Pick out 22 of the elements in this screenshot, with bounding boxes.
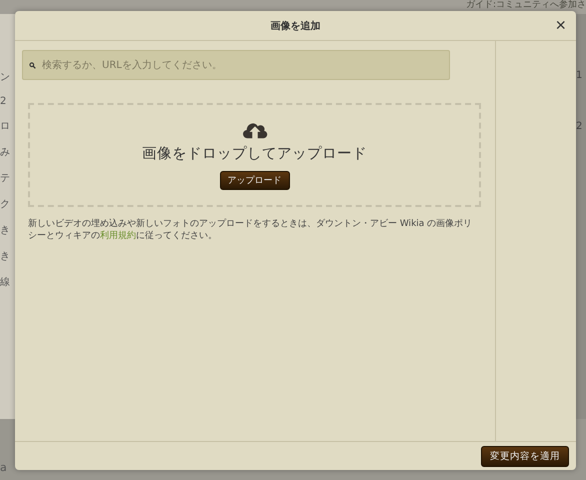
page-text: テ — [0, 172, 11, 185]
page-text: a — [0, 461, 8, 474]
upload-button[interactable]: アップロード — [220, 171, 290, 190]
search-icon — [29, 62, 36, 68]
drop-zone[interactable]: 画像をドロップしてアップロード アップロード — [28, 103, 481, 207]
drop-heading: 画像をドロップしてアップロード — [142, 144, 367, 163]
apply-button[interactable]: 変更内容を適用 — [481, 446, 569, 466]
search-field[interactable]: 検索するか、URLを入力してください。 — [22, 50, 450, 80]
page-text: ク — [0, 198, 11, 211]
page-text: み — [0, 146, 11, 159]
page-text: 1 — [576, 70, 584, 81]
page-text: 線 — [0, 276, 11, 289]
page-text: ロ — [0, 120, 11, 133]
page-text: き — [0, 250, 11, 263]
page-text: ン — [0, 71, 11, 84]
page-text: 2 — [0, 96, 8, 107]
notice-text: 新しいビデオの埋め込みや新しいフォトのアップロードをするときは、ダウントン・アビー Wikia の画像ポリシーとウィキアの利用規約に従ってください。 — [28, 218, 473, 242]
page-text: 2 — [576, 121, 584, 132]
page-text: き — [0, 224, 11, 237]
dialog-title: 画像を追加 — [270, 20, 320, 32]
close-button[interactable]: × — [553, 15, 568, 35]
search-input[interactable]: 検索するか、URLを入力してください。 — [40, 58, 449, 72]
